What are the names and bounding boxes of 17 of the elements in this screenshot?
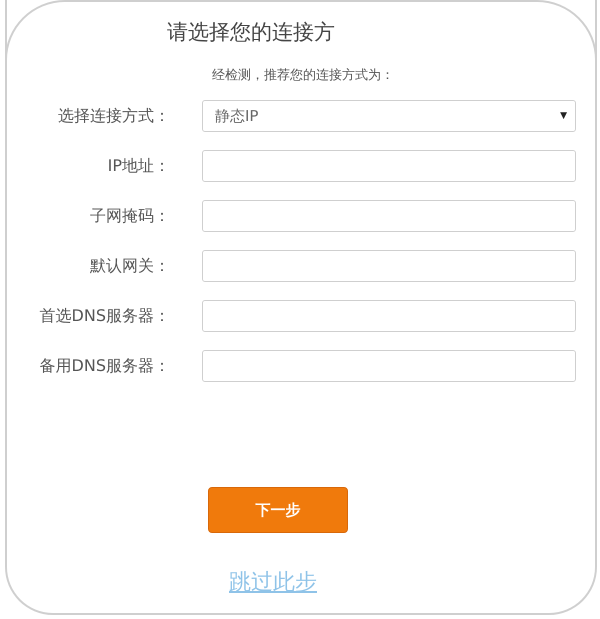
input-field[interactable] <box>202 300 576 332</box>
field-label: 子网掩码： <box>89 206 171 226</box>
field-label: 备用DNS服务器： <box>38 356 171 376</box>
input-field[interactable] <box>202 250 576 282</box>
connection-type-select[interactable]: 静态IP ▼ <box>202 100 576 132</box>
field-label: 首选DNS服务器： <box>38 306 171 326</box>
input-field[interactable] <box>202 150 576 182</box>
dialog-title: 请选择您的连接方 <box>167 20 335 44</box>
recommendation-text: 经检测，推荐您的连接方式为： <box>212 68 394 83</box>
input-field[interactable] <box>202 200 576 232</box>
field-label: IP地址： <box>106 156 171 176</box>
next-button[interactable]: 下一步 <box>208 487 348 533</box>
skip-link[interactable]: 跳过此步 <box>229 570 317 595</box>
field-label: 选择连接方式： <box>57 106 171 126</box>
dropdown-arrow-icon: ▼ <box>560 111 567 121</box>
field-label: 默认网关： <box>89 256 171 276</box>
input-field[interactable] <box>202 350 576 382</box>
